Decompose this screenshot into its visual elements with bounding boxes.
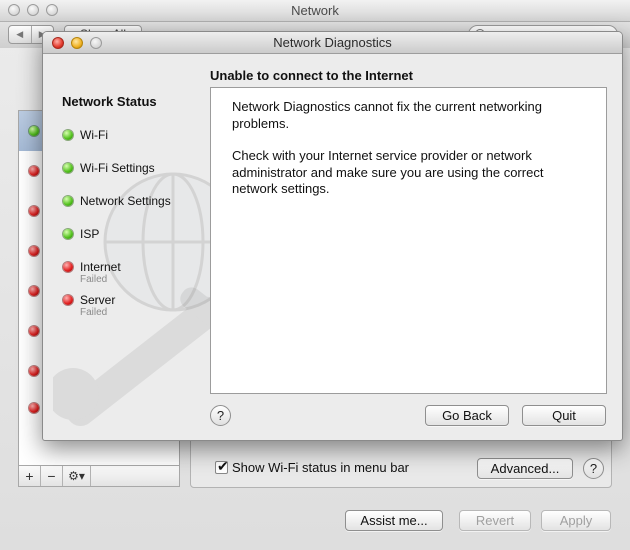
step-label: Wi-Fi <box>80 128 108 142</box>
diagnosis-heading: Unable to connect to the Internet <box>210 68 413 83</box>
assist-me-button[interactable]: Assist me... <box>345 510 443 531</box>
remove-service-button[interactable]: − <box>41 466 63 486</box>
status-red-icon <box>29 403 39 413</box>
status-step-internet: Internet Failed <box>63 259 121 285</box>
status-failed-icon <box>63 262 73 272</box>
status-green-icon <box>29 126 39 136</box>
status-red-icon <box>29 206 39 216</box>
step-label: Network Settings <box>80 194 171 208</box>
step-failed-text: Failed <box>80 307 108 318</box>
window-title: Network <box>291 3 339 18</box>
status-ok-icon <box>63 229 73 239</box>
status-ok-icon <box>63 196 73 206</box>
gear-menu-button[interactable]: ⚙▾ <box>63 466 91 486</box>
checkmark-icon: ✔ <box>217 458 229 474</box>
show-wifi-status-label: Show Wi-Fi status in menu bar <box>232 460 410 475</box>
diagnostics-title: Network Diagnostics <box>273 35 392 50</box>
status-red-icon <box>29 326 39 336</box>
add-service-button[interactable]: + <box>19 466 41 486</box>
step-label: ISP <box>80 227 100 241</box>
status-red-icon <box>29 166 39 176</box>
diagnosis-message-2: Check with your Internet service provide… <box>232 148 544 196</box>
status-step-server: Server Failed <box>63 292 115 318</box>
diagnostics-titlebar: Network Diagnostics <box>43 32 622 54</box>
status-step-isp: ISP <box>63 226 99 242</box>
status-red-icon <box>29 246 39 256</box>
back-arrow-icon[interactable]: ◀ <box>9 26 32 43</box>
status-failed-icon <box>63 295 73 305</box>
diagnosis-message-box: Network Diagnostics cannot fix the curre… <box>210 87 607 394</box>
step-label: Wi-Fi Settings <box>80 161 155 175</box>
step-label: Internet <box>80 260 121 274</box>
diagnosis-message-1: Network Diagnostics cannot fix the curre… <box>232 99 542 131</box>
status-ok-icon <box>63 130 73 140</box>
step-failed-text: Failed <box>80 274 108 285</box>
show-wifi-status-checkbox-row[interactable]: ✔ Show Wi-Fi status in menu bar <box>215 458 410 475</box>
quit-button[interactable]: Quit <box>522 405 606 426</box>
status-red-icon <box>29 286 39 296</box>
service-list-toolbar: + − ⚙▾ <box>18 466 180 487</box>
help-button[interactable]: ? <box>583 458 604 479</box>
network-status-heading: Network Status <box>62 94 157 109</box>
status-step-network-settings: Network Settings <box>63 193 171 209</box>
status-step-wifi-settings: Wi-Fi Settings <box>63 160 155 176</box>
status-red-icon <box>29 366 39 376</box>
network-diagnostics-window: Network Diagnostics Network Status Wi-Fi… <box>42 31 623 441</box>
status-ok-icon <box>63 163 73 173</box>
apply-button[interactable]: Apply <box>541 510 611 531</box>
advanced-button[interactable]: Advanced... <box>477 458 573 479</box>
window-titlebar: Network <box>0 0 630 22</box>
revert-button[interactable]: Revert <box>459 510 531 531</box>
show-wifi-status-checkbox[interactable]: ✔ <box>215 458 229 474</box>
help-button[interactable]: ? <box>210 405 231 426</box>
status-step-wifi: Wi-Fi <box>63 127 108 143</box>
go-back-button[interactable]: Go Back <box>425 405 509 426</box>
step-label: Server <box>80 293 116 307</box>
